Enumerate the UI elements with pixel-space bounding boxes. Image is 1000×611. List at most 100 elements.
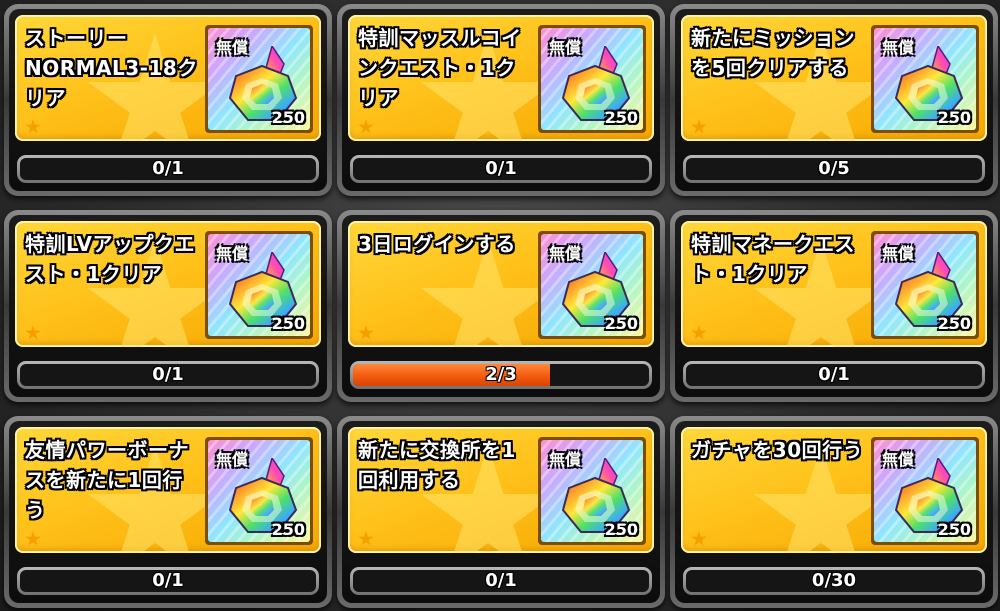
free-label: 無償 — [882, 450, 915, 469]
progress-track: 0/1 — [20, 158, 316, 180]
mission-grid: ストーリーNORMAL3-18クリア 無償 250 0/1 特訓マッスルコインク… — [0, 0, 1000, 611]
small-star-icon — [358, 119, 374, 134]
progress-text: 0/1 — [485, 158, 517, 179]
mission-panel: 友情パワーボーナスを新たに1回行う 無償 250 — [15, 427, 321, 553]
mission-panel: 新たに交換所を1回利用する 無償 250 — [348, 427, 654, 553]
progress-text: 0/1 — [818, 364, 850, 385]
mission-card-frame: 友情パワーボーナスを新たに1回行う 無償 250 0/1 — [9, 421, 327, 603]
mission-panel: 3日ログインする 無償 250 — [348, 221, 654, 347]
mission-card[interactable]: 新たにミッションを5回クリアする 無償 250 0/5 — [670, 4, 998, 196]
free-label: 無償 — [549, 450, 582, 469]
progress-track: 0/30 — [686, 570, 982, 592]
mission-panel: 特訓マッスルコインクエスト・1クリア 無償 250 — [348, 15, 654, 141]
reward-box[interactable]: 無償 250 — [205, 437, 313, 545]
mission-card-frame: 特訓マッスルコインクエスト・1クリア 無償 250 0/1 — [342, 9, 660, 191]
reward-count: 250 — [271, 314, 305, 333]
reward-background: 無償 250 — [541, 234, 643, 336]
reward-count: 250 — [271, 520, 305, 539]
reward-background: 無償 250 — [874, 234, 976, 336]
mission-card-frame: 新たに交換所を1回利用する 無償 250 0/1 — [342, 421, 660, 603]
mission-card-frame: ストーリーNORMAL3-18クリア 無償 250 0/1 — [9, 9, 327, 191]
mission-card[interactable]: 特訓マネークエスト・1クリア 無償 250 0/1 — [670, 210, 998, 402]
mission-card-frame: ガチャを30回行う 無償 250 0/30 — [675, 421, 993, 603]
reward-background: 無償 250 — [208, 234, 310, 336]
progress-text: 0/1 — [152, 158, 184, 179]
small-star-icon — [691, 531, 707, 546]
reward-count: 250 — [604, 314, 638, 333]
progress-track: 0/1 — [353, 158, 649, 180]
small-star-icon — [358, 531, 374, 546]
mission-description: 特訓マネークエスト・1クリア — [691, 232, 855, 286]
reward-box[interactable]: 無償 250 — [538, 437, 646, 545]
mission-card[interactable]: ガチャを30回行う 無償 250 0/30 — [670, 416, 998, 608]
mission-panel: 新たにミッションを5回クリアする 無償 250 — [681, 15, 987, 141]
free-label: 無償 — [216, 450, 249, 469]
progress-bar: 0/1 — [17, 567, 319, 595]
reward-background: 無償 250 — [874, 28, 976, 130]
mission-card[interactable]: 特訓LVアップクエスト・1クリア 無償 250 0/1 — [4, 210, 332, 402]
reward-count: 250 — [937, 108, 971, 127]
reward-count: 250 — [604, 108, 638, 127]
reward-box[interactable]: 無償 250 — [871, 437, 979, 545]
small-star-icon — [25, 119, 41, 134]
progress-track: 0/1 — [686, 364, 982, 386]
progress-track: 0/1 — [353, 570, 649, 592]
mission-description: ストーリーNORMAL3-18クリア — [25, 26, 198, 110]
mission-panel: 特訓LVアップクエスト・1クリア 無償 250 — [15, 221, 321, 347]
mission-description: 3日ログインする — [358, 232, 516, 256]
reward-box[interactable]: 無償 250 — [205, 231, 313, 339]
reward-box[interactable]: 無償 250 — [538, 231, 646, 339]
free-label: 無償 — [882, 38, 915, 57]
reward-count: 250 — [937, 520, 971, 539]
reward-background: 無償 250 — [541, 28, 643, 130]
progress-bar: 0/1 — [350, 567, 652, 595]
mission-card-frame: 新たにミッションを5回クリアする 無償 250 0/5 — [675, 9, 993, 191]
free-label: 無償 — [549, 244, 582, 263]
reward-count: 250 — [271, 108, 305, 127]
reward-box[interactable]: 無償 250 — [538, 25, 646, 133]
small-star-icon — [25, 531, 41, 546]
mission-description: 新たにミッションを5回クリアする — [691, 26, 855, 80]
free-label: 無償 — [216, 244, 249, 263]
reward-background: 無償 250 — [874, 440, 976, 542]
mission-card-frame: 特訓マネークエスト・1クリア 無償 250 0/1 — [675, 215, 993, 397]
small-star-icon — [25, 325, 41, 340]
progress-bar: 0/30 — [683, 567, 985, 595]
mission-description: 友情パワーボーナスを新たに1回行う — [25, 438, 189, 522]
mission-card[interactable]: 特訓マッスルコインクエスト・1クリア 無償 250 0/1 — [337, 4, 665, 196]
reward-box[interactable]: 無償 250 — [871, 231, 979, 339]
free-label: 無償 — [882, 244, 915, 263]
mission-card-frame: 3日ログインする 無償 250 2/3 — [342, 215, 660, 397]
mission-panel: ガチャを30回行う 無償 250 — [681, 427, 987, 553]
free-label: 無償 — [216, 38, 249, 57]
reward-background: 無償 250 — [208, 440, 310, 542]
mission-panel: 特訓マネークエスト・1クリア 無償 250 — [681, 221, 987, 347]
progress-track: 0/5 — [686, 158, 982, 180]
mission-description: 特訓LVアップクエスト・1クリア — [25, 232, 195, 286]
mission-card[interactable]: ストーリーNORMAL3-18クリア 無償 250 0/1 — [4, 4, 332, 196]
reward-box[interactable]: 無償 250 — [871, 25, 979, 133]
mission-card[interactable]: 友情パワーボーナスを新たに1回行う 無償 250 0/1 — [4, 416, 332, 608]
progress-text: 0/5 — [818, 158, 850, 179]
mission-card-frame: 特訓LVアップクエスト・1クリア 無償 250 0/1 — [9, 215, 327, 397]
mission-description: ガチャを30回行う — [691, 438, 864, 462]
mission-card[interactable]: 3日ログインする 無償 250 2/3 — [337, 210, 665, 402]
free-label: 無償 — [549, 38, 582, 57]
mission-card[interactable]: 新たに交換所を1回利用する 無償 250 0/1 — [337, 416, 665, 608]
mission-panel: ストーリーNORMAL3-18クリア 無償 250 — [15, 15, 321, 141]
reward-count: 250 — [937, 314, 971, 333]
small-star-icon — [358, 325, 374, 340]
reward-count: 250 — [604, 520, 638, 539]
progress-text: 0/30 — [811, 570, 857, 591]
progress-bar: 0/1 — [350, 155, 652, 183]
mission-description: 新たに交換所を1回利用する — [358, 438, 516, 492]
progress-bar: 0/1 — [17, 155, 319, 183]
progress-text: 0/1 — [485, 570, 517, 591]
small-star-icon — [691, 119, 707, 134]
progress-bar: 2/3 — [350, 361, 652, 389]
reward-background: 無償 250 — [208, 28, 310, 130]
progress-bar: 0/1 — [17, 361, 319, 389]
progress-track: 0/1 — [20, 364, 316, 386]
reward-box[interactable]: 無償 250 — [205, 25, 313, 133]
progress-bar: 0/5 — [683, 155, 985, 183]
